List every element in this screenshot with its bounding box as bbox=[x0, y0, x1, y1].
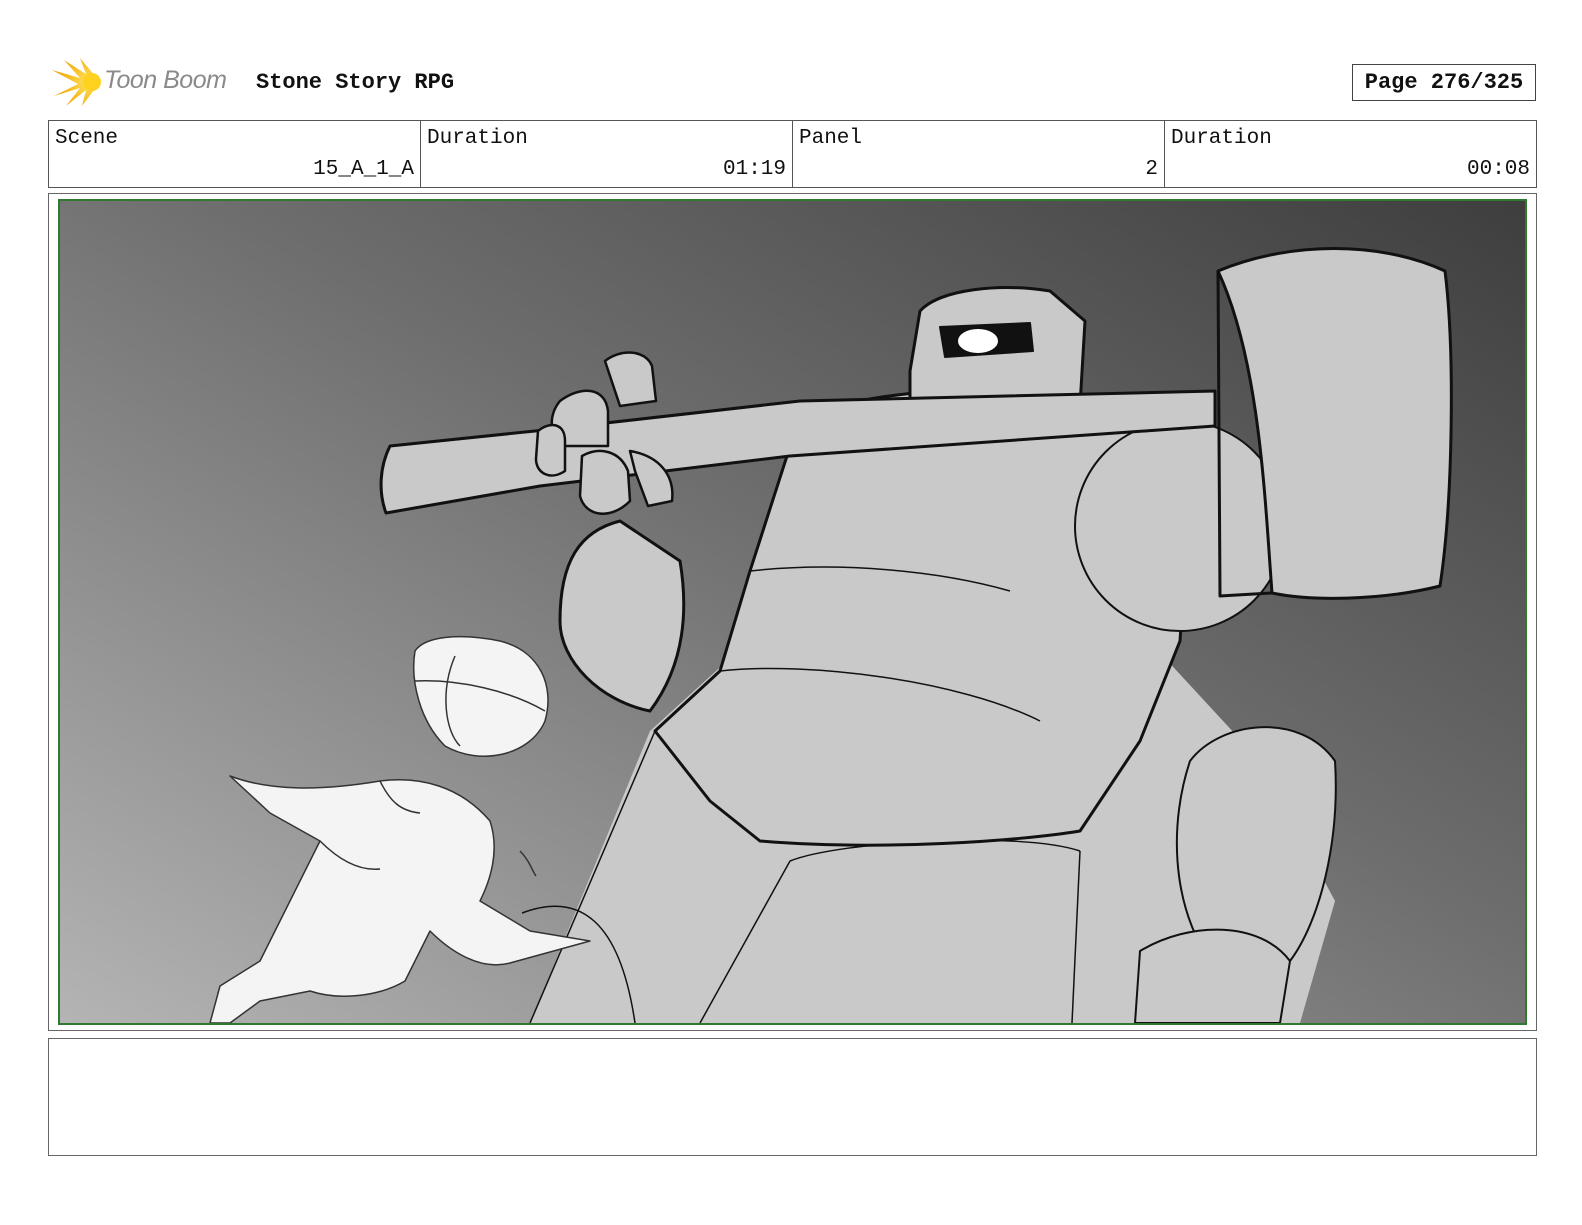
panel-value: 2 bbox=[1145, 158, 1158, 181]
scene-label: Scene bbox=[55, 127, 119, 150]
logo-text: Toon Boom bbox=[104, 66, 227, 94]
panel-cell: Panel 2 bbox=[793, 121, 1165, 187]
logo-burst-icon bbox=[52, 58, 101, 106]
panel-duration-label: Duration bbox=[1171, 127, 1272, 150]
scene-cell: Scene 15_A_1_A bbox=[49, 121, 421, 187]
panel-duration-cell: Duration 00:08 bbox=[1165, 121, 1536, 187]
toon-boom-logo: Toon Boom bbox=[50, 56, 240, 108]
panel-artwork bbox=[58, 199, 1527, 1025]
page-indicator: Page 276/325 bbox=[1352, 64, 1536, 101]
scene-duration-value: 01:19 bbox=[722, 158, 786, 181]
panel-duration-value: 00:08 bbox=[1466, 158, 1530, 181]
notes-box bbox=[48, 1038, 1537, 1156]
scene-duration-label: Duration bbox=[427, 127, 528, 150]
scene-duration-cell: Duration 01:19 bbox=[421, 121, 793, 187]
storyboard-sketch bbox=[60, 201, 1525, 1023]
panel-label: Panel bbox=[799, 127, 863, 150]
project-title: Stone Story RPG bbox=[256, 70, 455, 95]
panel-info-table: Scene 15_A_1_A Duration 01:19 Panel 2 Du… bbox=[48, 120, 1537, 188]
scene-value: 15_A_1_A bbox=[313, 158, 414, 181]
